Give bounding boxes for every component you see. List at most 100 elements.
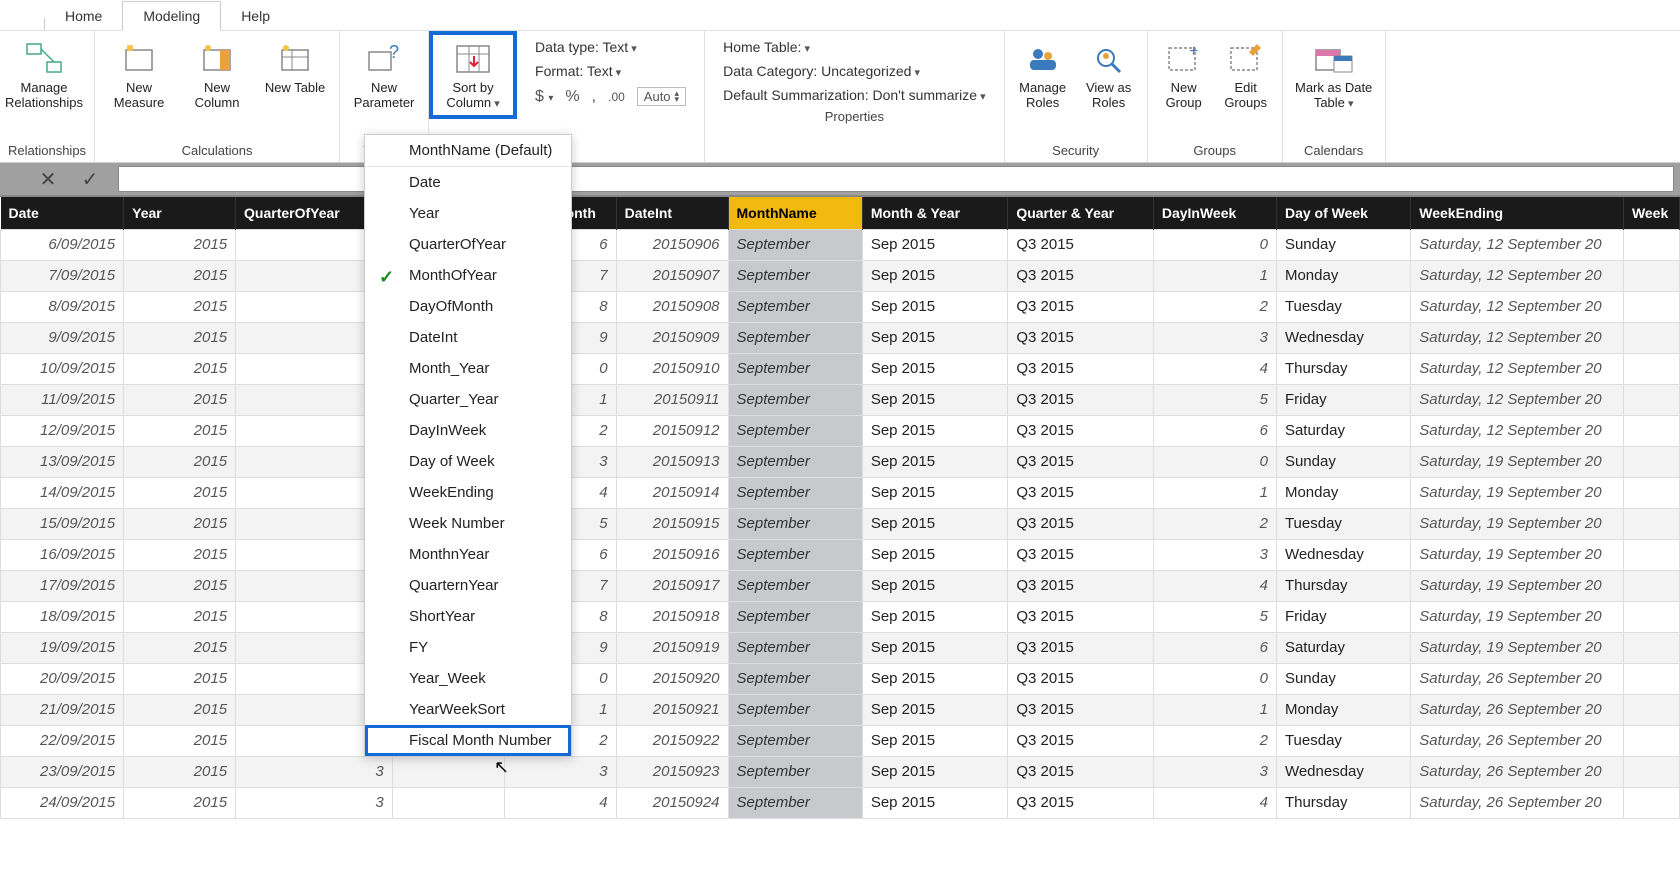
table-cell[interactable]: Thursday <box>1276 787 1410 818</box>
table-cell[interactable] <box>1623 632 1679 663</box>
table-cell[interactable]: 20150920 <box>616 663 728 694</box>
table-cell[interactable]: 2 <box>1153 508 1276 539</box>
table-cell[interactable] <box>1623 229 1679 260</box>
table-cell[interactable]: Saturday, 26 September 20 <box>1411 756 1624 787</box>
column-header[interactable]: Month & Year <box>862 197 1008 229</box>
table-cell[interactable]: 7/09/2015 <box>1 260 124 291</box>
table-cell[interactable]: September <box>728 663 862 694</box>
table-cell[interactable]: 13/09/2015 <box>1 446 124 477</box>
column-header[interactable]: MonthName <box>728 197 862 229</box>
table-cell[interactable]: Saturday, 19 September 20 <box>1411 508 1624 539</box>
table-cell[interactable]: 14/09/2015 <box>1 477 124 508</box>
table-cell[interactable]: Q3 2015 <box>1008 291 1154 322</box>
table-cell[interactable]: Sep 2015 <box>862 663 1008 694</box>
table-cell[interactable]: September <box>728 260 862 291</box>
table-cell[interactable]: Sep 2015 <box>862 322 1008 353</box>
column-header[interactable]: Year <box>124 197 236 229</box>
table-cell[interactable]: 2015 <box>124 229 236 260</box>
table-cell[interactable]: Sep 2015 <box>862 570 1008 601</box>
table-cell[interactable] <box>1623 291 1679 322</box>
table-cell[interactable]: 20150912 <box>616 415 728 446</box>
table-cell[interactable]: Sep 2015 <box>862 539 1008 570</box>
table-cell[interactable]: 20150919 <box>616 632 728 663</box>
table-cell[interactable]: 16/09/2015 <box>1 539 124 570</box>
table-cell[interactable]: Saturday, 26 September 20 <box>1411 694 1624 725</box>
table-cell[interactable]: 2 <box>1153 291 1276 322</box>
table-cell[interactable]: Tuesday <box>1276 291 1410 322</box>
data-category-selector[interactable]: Data Category: Uncategorized <box>723 63 986 79</box>
sort-option[interactable]: Week Number <box>365 508 571 539</box>
table-cell[interactable]: 2 <box>1153 725 1276 756</box>
table-cell[interactable]: 20150910 <box>616 353 728 384</box>
column-header[interactable]: WeekEnding <box>1411 197 1624 229</box>
table-cell[interactable]: 1 <box>1153 477 1276 508</box>
table-cell[interactable]: 2015 <box>124 756 236 787</box>
summarization-selector[interactable]: Default Summarization: Don't summarize <box>723 87 986 103</box>
table-cell[interactable]: 2015 <box>124 787 236 818</box>
table-cell[interactable]: 20/09/2015 <box>1 663 124 694</box>
table-cell[interactable]: 20150908 <box>616 291 728 322</box>
sort-option[interactable]: QuarternYear <box>365 570 571 601</box>
table-cell[interactable]: Wednesday <box>1276 322 1410 353</box>
table-cell[interactable]: September <box>728 508 862 539</box>
table-cell[interactable]: Q3 2015 <box>1008 322 1154 353</box>
table-cell[interactable]: Monday <box>1276 260 1410 291</box>
table-cell[interactable]: 11/09/2015 <box>1 384 124 415</box>
table-cell[interactable]: 6 <box>1153 415 1276 446</box>
table-cell[interactable]: 20150923 <box>616 756 728 787</box>
table-cell[interactable]: 3 <box>236 787 393 818</box>
manage-roles-button[interactable]: Manage Roles <box>1013 35 1073 111</box>
table-row[interactable]: 15/09/201520153520150915SeptemberSep 201… <box>1 508 1680 539</box>
table-cell[interactable]: Monday <box>1276 694 1410 725</box>
table-cell[interactable]: 0 <box>1153 446 1276 477</box>
table-cell[interactable]: Saturday <box>1276 415 1410 446</box>
table-cell[interactable]: Sep 2015 <box>862 384 1008 415</box>
table-cell[interactable] <box>1623 539 1679 570</box>
table-cell[interactable]: 9/09/2015 <box>1 322 124 353</box>
table-cell[interactable]: 20150909 <box>616 322 728 353</box>
table-row[interactable]: 19/09/201520153920150919SeptemberSep 201… <box>1 632 1680 663</box>
table-cell[interactable] <box>1623 756 1679 787</box>
sort-option[interactable]: ShortYear <box>365 601 571 632</box>
table-cell[interactable]: Q3 2015 <box>1008 601 1154 632</box>
table-cell[interactable]: Saturday, 19 September 20 <box>1411 570 1624 601</box>
table-cell[interactable]: Saturday, 19 September 20 <box>1411 632 1624 663</box>
table-row[interactable]: 10/09/201520153020150910SeptemberSep 201… <box>1 353 1680 384</box>
table-cell[interactable]: Sep 2015 <box>862 353 1008 384</box>
table-cell[interactable] <box>1623 446 1679 477</box>
table-cell[interactable] <box>1623 353 1679 384</box>
table-cell[interactable]: Sep 2015 <box>862 632 1008 663</box>
new-parameter-button[interactable]: ? New Parameter <box>348 35 420 111</box>
table-cell[interactable]: 20150914 <box>616 477 728 508</box>
table-cell[interactable]: 1 <box>1153 694 1276 725</box>
edit-groups-button[interactable]: Edit Groups <box>1218 35 1274 111</box>
sort-option[interactable]: DayInWeek <box>365 415 571 446</box>
table-row[interactable]: 21/09/201520153120150921SeptemberSep 201… <box>1 694 1680 725</box>
table-cell[interactable]: 2015 <box>124 446 236 477</box>
sort-option[interactable]: Month_Year <box>365 353 571 384</box>
table-cell[interactable]: 20150924 <box>616 787 728 818</box>
sort-option[interactable]: Day of Week <box>365 446 571 477</box>
table-cell[interactable]: Saturday, 12 September 20 <box>1411 229 1624 260</box>
table-cell[interactable]: September <box>728 477 862 508</box>
table-cell[interactable]: 2015 <box>124 322 236 353</box>
table-cell[interactable]: Q3 2015 <box>1008 787 1154 818</box>
table-cell[interactable]: Tuesday <box>1276 725 1410 756</box>
table-row[interactable]: 18/09/201520153820150918SeptemberSep 201… <box>1 601 1680 632</box>
table-cell[interactable]: Q3 2015 <box>1008 508 1154 539</box>
table-cell[interactable]: 24/09/2015 <box>1 787 124 818</box>
table-cell[interactable]: Saturday, 19 September 20 <box>1411 539 1624 570</box>
table-row[interactable]: 13/09/201520153320150913SeptemberSep 201… <box>1 446 1680 477</box>
sort-option[interactable]: Date <box>365 167 571 198</box>
table-cell[interactable] <box>1623 601 1679 632</box>
table-cell[interactable] <box>1623 415 1679 446</box>
table-cell[interactable]: Thursday <box>1276 570 1410 601</box>
table-cell[interactable]: 3 <box>1153 322 1276 353</box>
table-cell[interactable]: Sep 2015 <box>862 477 1008 508</box>
table-cell[interactable]: 5 <box>1153 601 1276 632</box>
cancel-formula-button[interactable]: ✕ <box>34 165 62 193</box>
sort-option[interactable]: WeekEnding <box>365 477 571 508</box>
table-cell[interactable]: September <box>728 384 862 415</box>
table-cell[interactable]: 20150911 <box>616 384 728 415</box>
table-cell[interactable]: 21/09/2015 <box>1 694 124 725</box>
